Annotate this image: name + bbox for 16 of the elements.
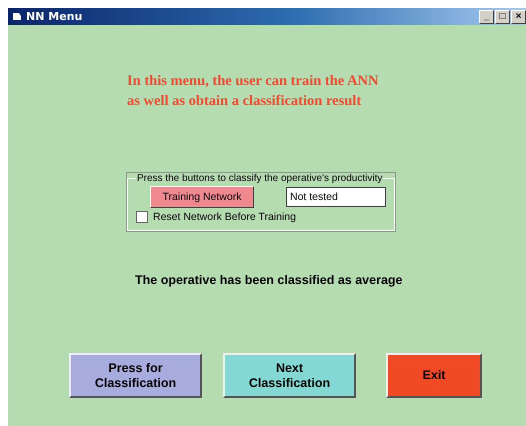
result-field[interactable]: Not tested xyxy=(286,187,386,207)
action-button[interactable]: Exit xyxy=(386,353,482,398)
action-button[interactable]: Next Classification xyxy=(223,353,356,398)
action-button[interactable]: Press for Classification xyxy=(69,353,202,398)
reset-checkbox[interactable] xyxy=(136,211,148,223)
group-title: Press the buttons to classify the operative's productivity xyxy=(136,173,384,184)
window-control[interactable]: _ xyxy=(479,10,494,24)
window-control[interactable]: □ xyxy=(495,10,510,24)
intro-text: as well as obtain a classification result xyxy=(127,92,362,111)
window-title: NN Menu xyxy=(26,10,82,23)
result-message: The operative has been classified as average xyxy=(135,273,404,287)
window-control[interactable]: × xyxy=(511,10,526,24)
checkbox-label: Reset Network Before Training xyxy=(153,211,296,223)
intro-text: In this menu, the user can train the ANN xyxy=(127,72,380,91)
training-network-button[interactable]: Training Network xyxy=(150,186,254,208)
window-icon xyxy=(12,12,22,21)
